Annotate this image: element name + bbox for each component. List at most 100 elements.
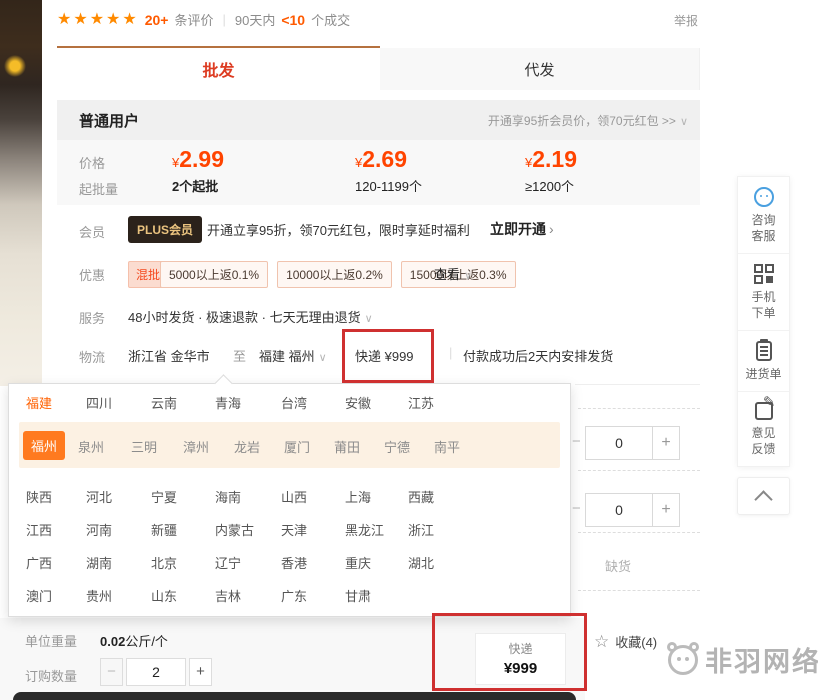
city-option[interactable]: 三明 [131,437,157,456]
sku2-qty-input[interactable] [585,493,653,527]
province-option[interactable]: 广东 [281,586,307,605]
order-qty-label: 订购数量 [25,666,77,685]
province-option[interactable]: 广西 [26,553,52,572]
weight-unit: 公斤/个 [125,634,168,649]
service-row-label: 服务 [79,308,105,327]
sidebar-item-mobile-order[interactable]: 手机 下单 [738,254,789,331]
qty-input[interactable] [126,658,186,686]
member-promo-link[interactable]: 开通享95折会员价，领70元红包 >>∨ [488,112,688,129]
province-option[interactable]: 山西 [281,487,307,506]
province-option[interactable]: 江西 [26,520,52,539]
chevron-up-icon [754,490,772,508]
sku2-plus-button[interactable]: + [652,493,680,527]
open-membership-button[interactable]: 立即开通› [490,219,554,239]
province-option[interactable]: 海南 [215,487,241,506]
sku-table-edge [575,384,700,385]
city-option[interactable]: 漳州 [183,437,209,456]
province-option[interactable]: 新疆 [151,520,177,539]
city-option[interactable]: 宁德 [384,437,410,456]
province-option[interactable]: 湖南 [86,553,112,572]
sidebar-label: 下单 [751,305,775,321]
province-option[interactable]: 吉林 [215,586,241,605]
deal-period: 90天内 [235,10,275,29]
sidebar-label: 客服 [751,228,775,244]
sku1-plus-button[interactable]: + [652,426,680,460]
divider: | [222,12,225,27]
province-option[interactable]: 澳门 [26,586,52,605]
province-option[interactable]: 辽宁 [215,553,241,572]
sidebar-item-feedback[interactable]: ✎ 意见 反馈 [738,392,789,466]
price-label: 价格 [79,153,105,172]
review-label[interactable]: 条评价 [174,10,213,29]
city-option-selected[interactable]: 福州 [23,431,65,460]
province-option[interactable]: 天津 [281,520,307,539]
chevron-down-icon: ∨ [319,352,327,364]
province-option[interactable]: 云南 [151,393,177,412]
order-strip-background [0,618,585,700]
province-option[interactable]: 青海 [215,393,241,412]
sku-divider [578,532,700,533]
sku2-minus-button[interactable]: − [572,500,580,517]
region-dropdown-panel: 福建 四川 云南 青海 台湾 安徽 江苏 福州 泉州 三明 漳州 龙岩 厦门 莆… [8,383,571,617]
province-option[interactable]: 北京 [151,553,177,572]
tab-wholesale[interactable]: 批发 [57,46,380,90]
qty-minus-button[interactable]: − [100,658,123,686]
sidebar-item-purchase-list[interactable]: 进货单 [738,331,789,392]
service-terms[interactable]: 48小时发货 · 极速退款 · 七天无理由退货∨ [128,307,373,326]
province-option[interactable]: 内蒙古 [215,520,254,539]
unit-weight-value: 0.02公斤/个 [100,631,168,650]
tier3-moq: ≥1200个 [525,176,577,195]
arrow-right-icon: › [549,221,554,237]
province-option[interactable]: 陕西 [26,487,52,506]
province-option[interactable]: 宁夏 [151,487,177,506]
qr-code-icon [754,264,774,284]
province-option[interactable]: 四川 [86,393,112,412]
province-option[interactable]: 台湾 [281,393,307,412]
promo-row-label: 优惠 [79,265,105,284]
favorite-button[interactable]: ☆ 收藏(4) [594,632,657,651]
province-option[interactable]: 山东 [151,586,177,605]
chat-service-icon [754,187,774,207]
province-option[interactable]: 安徽 [345,393,371,412]
province-option[interactable]: 湖北 [408,553,434,572]
province-option[interactable]: 浙江 [408,520,434,539]
star-rating-icons[interactable]: ★★★★★ [57,12,139,28]
province-option[interactable]: 上海 [345,487,371,506]
service-row: 服务 48小时发货 · 极速退款 · 七天无理由退货∨ [57,306,700,332]
pencil-square-icon: ✎ [755,402,773,420]
member-row: 会员 PLUS会员 开通立享95折，领70元红包，限时享延时福利 立即开通› [57,219,700,245]
sidebar-label: 手机 [751,289,775,305]
province-option[interactable]: 江苏 [408,393,434,412]
province-option[interactable]: 西藏 [408,487,434,506]
chevron-down-icon: ∨ [680,116,688,128]
view-promos-button[interactable]: 查看∨ [434,264,472,283]
province-option-active[interactable]: 福建 [26,393,52,412]
province-option[interactable]: 河北 [86,487,112,506]
back-to-top-button[interactable] [737,477,790,515]
report-link[interactable]: 举报 [674,12,698,29]
city-option[interactable]: 厦门 [284,437,310,456]
promo-row: 优惠 混批 5000以上返0.1% 10000以上返0.2% 15000以上返0… [57,263,700,289]
tier3-price: 2.19 [532,146,577,172]
province-option[interactable]: 甘肃 [345,586,371,605]
province-option[interactable]: 贵州 [86,586,112,605]
sidebar-label: 意见 [751,425,775,441]
city-option[interactable]: 泉州 [78,437,104,456]
city-option[interactable]: 莆田 [334,437,360,456]
city-option[interactable]: 龙岩 [234,437,260,456]
tab-dropship[interactable]: 代发 [380,48,700,90]
plus-member-badge: PLUS会员 [128,216,202,243]
panda-logo-icon [668,645,698,675]
ship-destination-selector[interactable]: 福建 福州∨ [259,346,327,365]
province-option[interactable]: 黑龙江 [345,520,384,539]
province-option[interactable]: 河南 [86,520,112,539]
qty-plus-button[interactable]: + [189,658,212,686]
review-count[interactable]: 20+ [145,12,169,28]
sku1-qty-input[interactable] [585,426,653,460]
province-option[interactable]: 香港 [281,553,307,572]
sidebar-label: 进货单 [745,366,781,382]
province-option[interactable]: 重庆 [345,553,371,572]
sku1-minus-button[interactable]: − [572,433,580,450]
sidebar-item-customer-service[interactable]: 咨询 客服 [738,177,789,254]
city-option[interactable]: 南平 [434,437,460,456]
